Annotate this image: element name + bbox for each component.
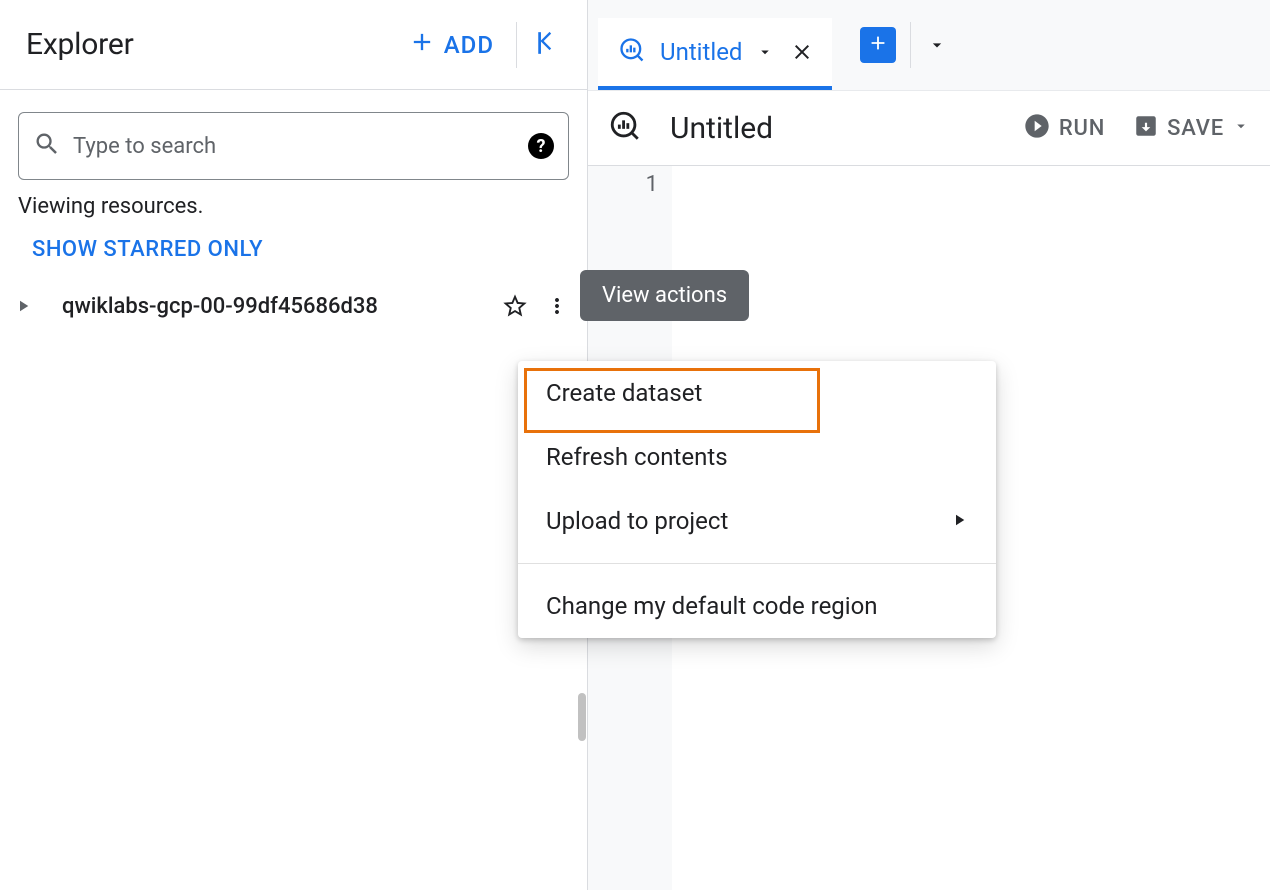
new-tab-dropdown-icon[interactable] xyxy=(919,35,947,55)
menu-change-region[interactable]: Change my default code region xyxy=(518,574,996,638)
search-box[interactable]: ? xyxy=(18,112,569,180)
run-label: RUN xyxy=(1059,116,1105,141)
help-icon[interactable]: ? xyxy=(528,133,554,159)
menu-item-label: Upload to project xyxy=(546,507,728,535)
menu-item-label: Refresh contents xyxy=(546,443,728,471)
resource-name: qwiklabs-gcp-00-99df45686d38 xyxy=(42,294,491,319)
search-container: ? xyxy=(0,90,587,188)
menu-refresh-contents[interactable]: Refresh contents xyxy=(518,425,996,489)
scrollbar-thumb[interactable] xyxy=(578,693,586,741)
analytics-icon xyxy=(618,36,646,68)
close-icon[interactable] xyxy=(784,40,814,64)
star-icon[interactable] xyxy=(501,292,529,320)
explorer-actions: ADD xyxy=(396,20,569,70)
divider xyxy=(516,22,517,68)
play-icon xyxy=(1023,112,1051,144)
tab-bar: Untitled xyxy=(588,0,1270,90)
menu-upload-to-project[interactable]: Upload to project xyxy=(518,489,996,553)
chevron-down-icon xyxy=(1232,117,1250,139)
analytics-icon xyxy=(608,109,642,147)
toolbar-actions: RUN SAVE xyxy=(1023,112,1250,144)
save-label: SAVE xyxy=(1167,116,1224,141)
collapse-panel-button[interactable] xyxy=(527,22,569,68)
menu-item-label: Create dataset xyxy=(546,379,702,407)
tab-label: Untitled xyxy=(656,38,746,66)
editor-tab[interactable]: Untitled xyxy=(598,18,832,90)
menu-divider xyxy=(518,563,996,564)
chevron-right-icon xyxy=(950,507,968,535)
save-icon xyxy=(1133,113,1159,143)
query-title: Untitled xyxy=(660,111,1005,146)
explorer-panel: Explorer ADD xyxy=(0,0,588,890)
plus-icon xyxy=(408,28,436,62)
explorer-header: Explorer ADD xyxy=(0,0,587,90)
viewing-resources-text: Viewing resources. xyxy=(0,188,587,227)
menu-create-dataset[interactable]: Create dataset xyxy=(518,361,996,425)
add-label: ADD xyxy=(444,31,494,59)
expand-arrow-icon[interactable] xyxy=(14,297,32,315)
show-starred-link[interactable]: SHOW STARRED ONLY xyxy=(0,227,587,284)
view-actions-tooltip: View actions xyxy=(580,270,749,321)
collapse-left-icon xyxy=(535,30,561,60)
divider xyxy=(910,22,911,68)
add-button[interactable]: ADD xyxy=(396,20,506,70)
new-tab-button[interactable] xyxy=(860,27,896,63)
line-number: 1 xyxy=(588,172,658,197)
search-icon xyxy=(33,130,61,162)
resource-row[interactable]: qwiklabs-gcp-00-99df45686d38 xyxy=(0,284,587,328)
menu-item-label: Change my default code region xyxy=(546,592,878,620)
run-button[interactable]: RUN xyxy=(1023,112,1105,144)
save-button[interactable]: SAVE xyxy=(1133,113,1250,143)
search-input[interactable] xyxy=(73,134,516,159)
plus-icon xyxy=(867,32,889,58)
explorer-title: Explorer xyxy=(26,27,134,62)
more-vert-icon[interactable] xyxy=(539,294,569,318)
tab-dropdown-icon[interactable] xyxy=(756,43,774,61)
title-bar: Untitled RUN SAVE xyxy=(588,90,1270,166)
context-menu: Create dataset Refresh contents Upload t… xyxy=(518,361,996,638)
